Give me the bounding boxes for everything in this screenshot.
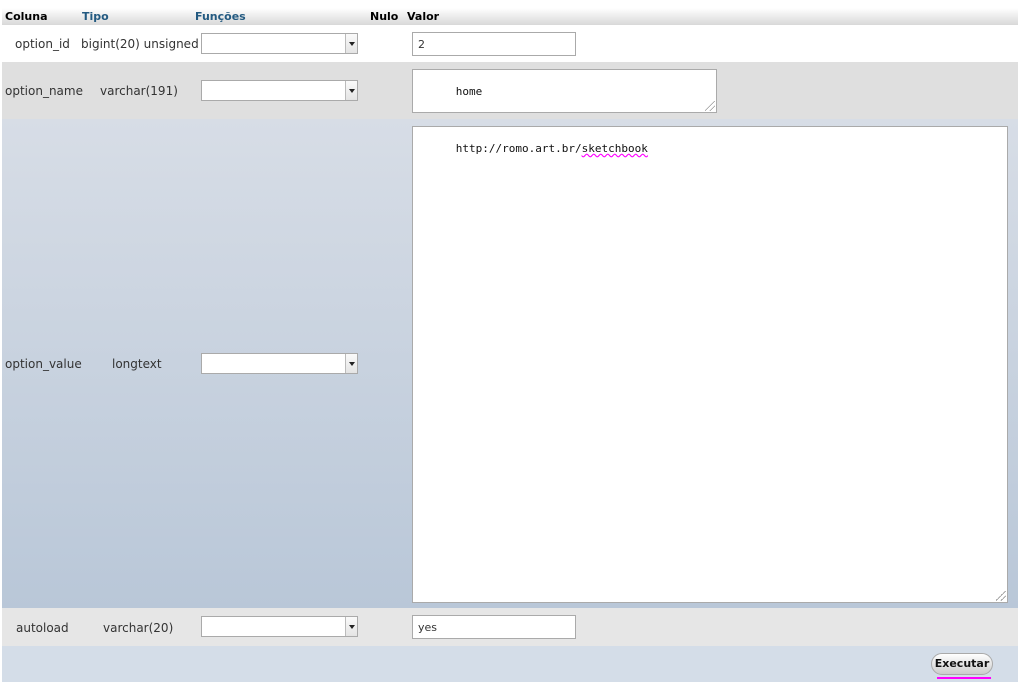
table-row: option_value longtext http://romo.art.br… <box>2 119 1018 608</box>
column-type: varchar(20) <box>103 621 174 635</box>
dropdown-arrow-icon <box>345 617 357 636</box>
function-select[interactable] <box>201 33 358 54</box>
function-select[interactable] <box>201 616 358 637</box>
function-select[interactable] <box>201 353 358 374</box>
value-text: http://romo.art.br/ <box>455 142 582 155</box>
value-input[interactable]: 2 <box>412 32 576 56</box>
column-type: longtext <box>112 357 162 371</box>
column-type: bigint(20) unsigned <box>81 37 199 51</box>
spellcheck-underline <box>937 677 991 679</box>
header-funcoes[interactable]: Funções <box>195 11 246 23</box>
resize-grip-icon[interactable] <box>705 101 715 111</box>
value-textarea[interactable]: http://romo.art.br/sketchbook <box>412 126 1008 603</box>
action-bar <box>2 646 1018 682</box>
table-row: option_name varchar(191) home <box>2 62 1018 119</box>
dropdown-arrow-icon <box>345 354 357 373</box>
insert-edit-form: Coluna Tipo Funções Nulo Valor option_id… <box>2 0 1018 693</box>
execute-button[interactable]: Executar <box>931 653 993 675</box>
column-name: autoload <box>16 621 69 635</box>
resize-grip-icon[interactable] <box>996 591 1006 601</box>
header-coluna: Coluna <box>5 10 48 23</box>
value-text: home <box>455 85 483 98</box>
table-header: Coluna Tipo Funções Nulo Valor <box>2 8 1018 25</box>
header-valor: Valor <box>407 10 440 23</box>
misspelled-word: sketchbook <box>581 142 648 155</box>
column-type: varchar(191) <box>100 84 178 98</box>
value-textarea[interactable]: home <box>412 69 717 113</box>
column-name: option_id <box>15 37 70 51</box>
column-name: option_name <box>5 84 83 98</box>
function-select[interactable] <box>201 80 358 101</box>
dropdown-arrow-icon <box>345 81 357 100</box>
value-input[interactable]: yes <box>412 615 576 639</box>
table-row: option_id bigint(20) unsigned 2 <box>2 25 1018 62</box>
dropdown-arrow-icon <box>345 34 357 53</box>
header-nulo: Nulo <box>370 10 399 23</box>
table-row: autoload varchar(20) yes <box>2 608 1018 646</box>
column-name: option_value <box>5 357 82 371</box>
header-tipo[interactable]: Tipo <box>82 11 109 23</box>
